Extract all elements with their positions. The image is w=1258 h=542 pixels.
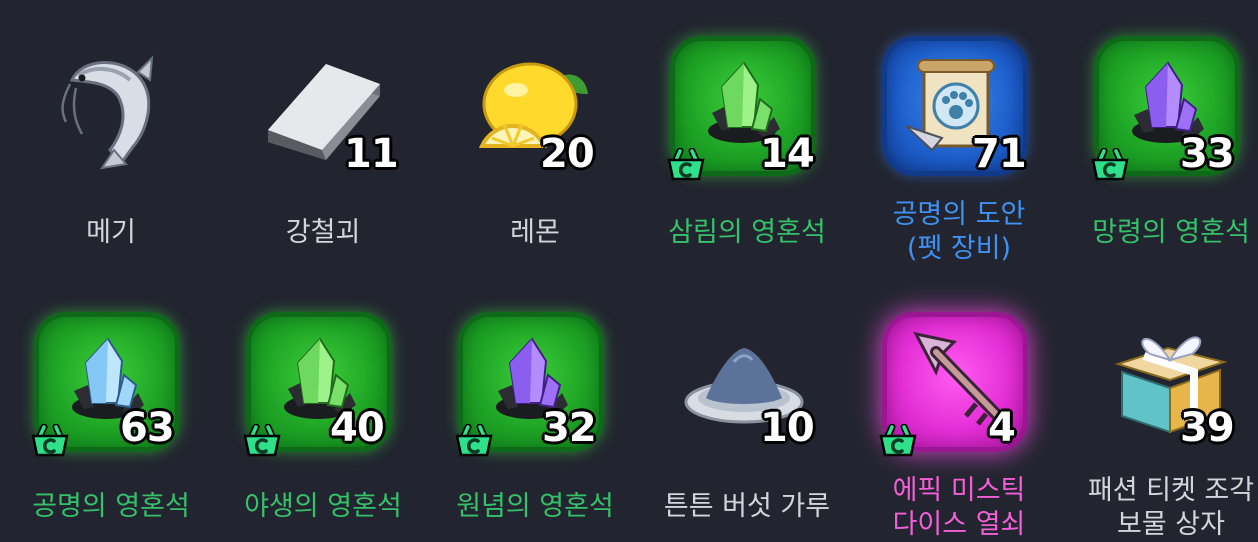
basket-icon bbox=[666, 148, 706, 182]
item-slot-catfish[interactable]: 메기 bbox=[12, 30, 212, 260]
item-name-line2: 다이스 열쇠 bbox=[892, 509, 1026, 540]
item-count: 20 bbox=[540, 131, 595, 177]
item-slot-mystic-dice-key[interactable]: 4 에픽 미스틱 다이스 열쇠 bbox=[860, 306, 1060, 542]
item-slot-mushroom-powder[interactable]: 10 튼튼 버섯 가루 bbox=[648, 306, 848, 542]
item-count: 32 bbox=[542, 405, 597, 451]
item-slot-forest-soulstone[interactable]: 14 삼림의 영혼석 bbox=[648, 30, 848, 260]
item-slot-lemon[interactable]: 20 레몬 bbox=[436, 30, 636, 260]
item-slot-wraith-soulstone[interactable]: 33 망령의 영혼석 bbox=[1072, 30, 1258, 260]
item-name: 삼림의 영혼석 bbox=[668, 217, 826, 248]
item-name: 공명의 도안 bbox=[892, 199, 1026, 230]
item-name: 튼튼 버섯 가루 bbox=[663, 491, 831, 522]
item-name: 망령의 영혼석 bbox=[1092, 217, 1250, 248]
item-count: 11 bbox=[344, 131, 399, 177]
item-slot-steel-ingot[interactable]: 11 강철괴 bbox=[224, 30, 424, 260]
basket-icon bbox=[454, 424, 494, 458]
basket-icon bbox=[878, 424, 918, 458]
item-count: 10 bbox=[760, 405, 815, 451]
item-name: 야생의 영혼석 bbox=[244, 491, 402, 522]
item-count: 63 bbox=[120, 405, 175, 451]
item-slot-fashion-ticket-box[interactable]: 39 패션 티켓 조각 보물 상자 bbox=[1072, 306, 1258, 542]
basket-icon bbox=[1090, 148, 1130, 182]
item-name: 패션 티켓 조각 bbox=[1087, 475, 1255, 506]
item-count: 40 bbox=[330, 405, 385, 451]
item-name: 강철괴 bbox=[285, 217, 361, 248]
item-count: 14 bbox=[760, 131, 815, 177]
item-name: 원념의 영혼석 bbox=[456, 491, 614, 522]
item-name: 레몬 bbox=[510, 217, 560, 248]
item-name-line2: (펫 장비) bbox=[906, 233, 1012, 264]
item-slot-grudge-soulstone[interactable]: 32 원념의 영혼석 bbox=[436, 306, 636, 542]
item-name: 에픽 미스틱 bbox=[892, 475, 1026, 506]
item-count: 39 bbox=[1180, 405, 1235, 451]
item-name: 공명의 영혼석 bbox=[32, 491, 190, 522]
item-slot-resonance-blueprint[interactable]: 71 공명의 도안 (펫 장비) bbox=[860, 30, 1060, 270]
item-slot-resonance-soulstone[interactable]: 63 공명의 영혼석 bbox=[12, 306, 212, 542]
basket-icon bbox=[30, 424, 70, 458]
item-count: 71 bbox=[972, 131, 1027, 177]
item-slot-wild-soulstone[interactable]: 40 야생의 영혼석 bbox=[224, 306, 424, 542]
item-name-line2: 보물 상자 bbox=[1117, 509, 1225, 540]
basket-icon bbox=[242, 424, 282, 458]
catfish-icon bbox=[61, 55, 154, 170]
item-name: 메기 bbox=[86, 217, 136, 248]
item-count: 33 bbox=[1180, 131, 1235, 177]
item-count: 4 bbox=[988, 405, 1016, 451]
